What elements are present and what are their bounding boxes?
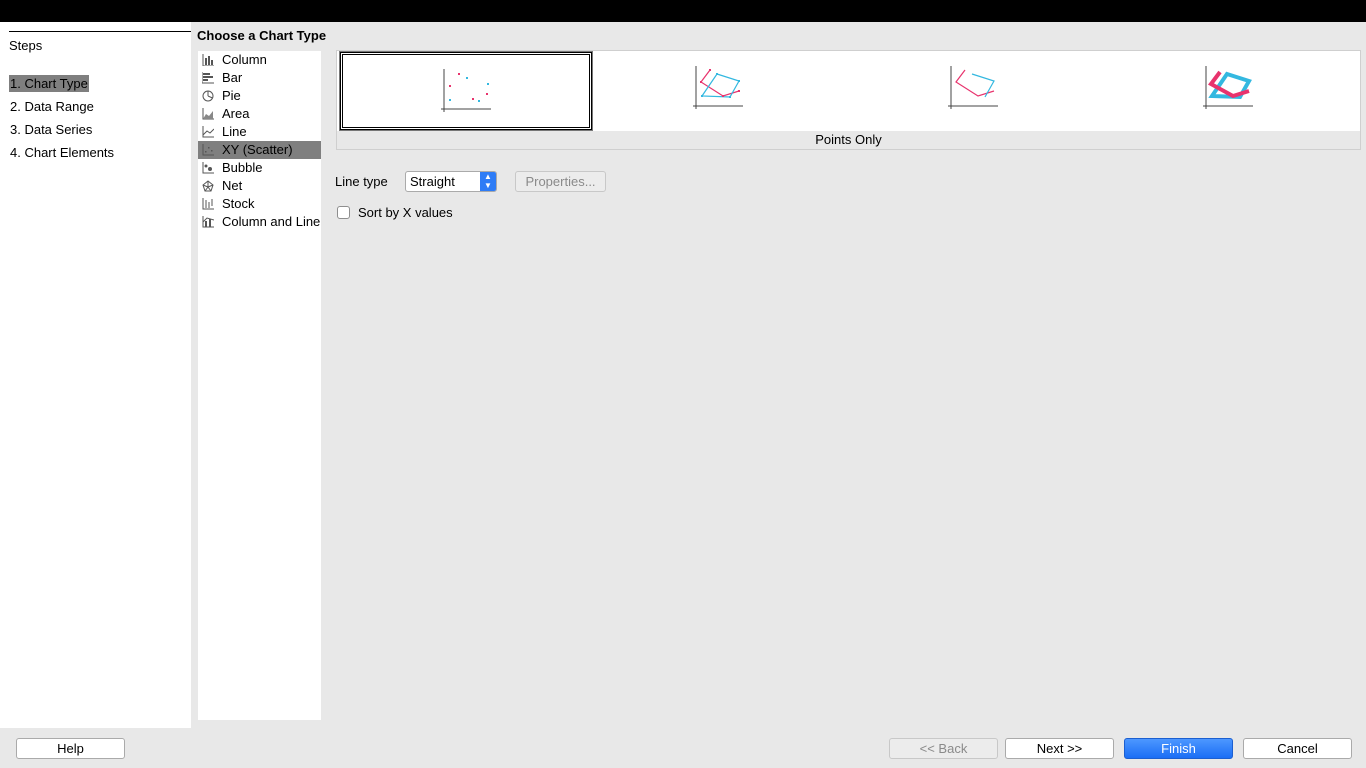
steps-title: Steps [9,31,191,53]
chart-type-label: Column and Line [222,214,321,229]
step-label: 2. Data Range [10,99,94,114]
chevron-updown-icon: ▲ ▼ [480,172,496,191]
chart-type-item-pie[interactable]: Pie [198,87,321,105]
steps-list: 1. Chart Type 2. Data Range 3. Data Seri… [9,75,115,167]
help-button[interactable]: Help [16,738,125,759]
chart-type-item-stock[interactable]: Stock [198,195,321,213]
line-chart-icon [202,126,214,138]
title-bar [0,0,1366,22]
chart-type-item-bar[interactable]: Bar [198,69,321,87]
variant-points-only[interactable] [339,51,593,131]
chart-type-list: Column Bar Pie Area Line XY (Scatter) Bu… [198,51,321,720]
lines-only-icon [948,66,998,109]
chart-type-item-xy-scatter[interactable]: XY (Scatter) [198,141,321,159]
line-type-label: Line type [335,174,388,189]
bar-chart-icon [202,72,214,84]
finish-button[interactable]: Finish [1124,738,1233,759]
step-label: 3. Data Series [10,122,93,137]
variant-lines-only[interactable] [850,52,1102,130]
steps-panel: Steps 1. Chart Type 2. Data Range 3. Dat… [0,22,191,728]
line-type-select[interactable]: Straight ▲ ▼ [405,171,497,192]
net-chart-icon [202,180,214,192]
step-data-series[interactable]: 3. Data Series [9,121,115,144]
chart-type-item-area[interactable]: Area [198,105,321,123]
3d-lines-icon [1203,66,1253,109]
points-only-icon [441,69,491,112]
step-data-range[interactable]: 2. Data Range [9,98,115,121]
chart-type-item-column[interactable]: Column [198,51,321,69]
sort-by-x-label: Sort by X values [358,205,453,220]
chart-type-label: Area [222,106,250,121]
step-label: 4. Chart Elements [10,145,115,160]
bubble-chart-icon [202,162,214,174]
pie-chart-icon [202,90,214,102]
variant-3d-lines[interactable] [1105,52,1357,130]
step-label: 1. Chart Type [9,75,89,92]
cancel-button[interactable]: Cancel [1243,738,1352,759]
column-chart-icon [202,54,214,66]
chart-type-label: Pie [222,88,241,103]
variant-caption: Points Only [815,132,882,147]
chart-type-label: Column [222,52,267,67]
line-type-value: Straight [410,174,455,189]
back-button[interactable]: << Back [889,738,998,759]
step-chart-elements[interactable]: 4. Chart Elements [9,144,115,167]
properties-button[interactable]: Properties... [515,171,606,192]
chart-type-item-column-and-line[interactable]: Column and Line [198,213,321,231]
chart-type-label: Net [222,178,243,193]
chart-type-label: Bubble [222,160,263,175]
chart-type-label: Line [222,124,247,139]
column-and-line-chart-icon [202,216,214,228]
chart-type-label: XY (Scatter) [222,142,293,157]
stock-chart-icon [202,198,214,210]
step-chart-type[interactable]: 1. Chart Type [9,75,115,98]
sort-by-x-checkbox[interactable] [337,206,350,219]
area-chart-icon [202,108,214,120]
chart-type-label: Stock [222,196,255,211]
chart-variant-selector: Points Only [336,50,1361,150]
chart-type-item-line[interactable]: Line [198,123,321,141]
variant-points-and-lines[interactable] [595,52,847,130]
chart-type-item-bubble[interactable]: Bubble [198,159,321,177]
page-title: Choose a Chart Type [197,28,327,43]
scatter-chart-icon [202,144,214,156]
chart-type-item-net[interactable]: Net [198,177,321,195]
chart-type-label: Bar [222,70,243,85]
next-button[interactable]: Next >> [1005,738,1114,759]
points-and-lines-icon [693,66,743,109]
